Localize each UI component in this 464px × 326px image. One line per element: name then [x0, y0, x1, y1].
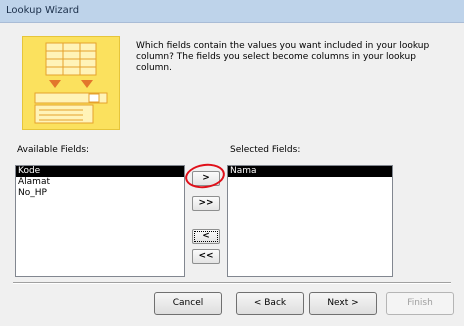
- next-button[interactable]: Next >: [309, 292, 377, 315]
- back-button[interactable]: < Back: [236, 292, 304, 315]
- available-fields-list[interactable]: Kode Alamat No_HP: [15, 165, 185, 277]
- available-fields-label: Available Fields:: [17, 145, 90, 155]
- table-to-lookup-icon: [34, 42, 108, 124]
- list-item[interactable]: Kode: [16, 166, 184, 177]
- wizard-description: Which fields contain the values you want…: [136, 41, 430, 73]
- finish-button[interactable]: Finish: [386, 292, 454, 315]
- remove-one-button[interactable]: <: [192, 229, 220, 244]
- list-item[interactable]: No_HP: [16, 188, 184, 199]
- list-item[interactable]: Alamat: [16, 177, 184, 188]
- remove-all-button[interactable]: <<: [192, 249, 220, 264]
- cancel-button[interactable]: Cancel: [154, 292, 222, 315]
- window-title: Lookup Wizard: [6, 5, 80, 16]
- selected-fields-label: Selected Fields:: [230, 145, 301, 155]
- footer-separator: [13, 282, 451, 284]
- lookup-wizard-illustration: [22, 36, 120, 130]
- selected-fields-list[interactable]: Nama: [227, 165, 393, 277]
- title-bar: Lookup Wizard: [0, 0, 464, 23]
- red-annotation-circle: [183, 161, 227, 191]
- list-item[interactable]: Nama: [228, 166, 392, 177]
- add-all-button[interactable]: >>: [192, 196, 220, 211]
